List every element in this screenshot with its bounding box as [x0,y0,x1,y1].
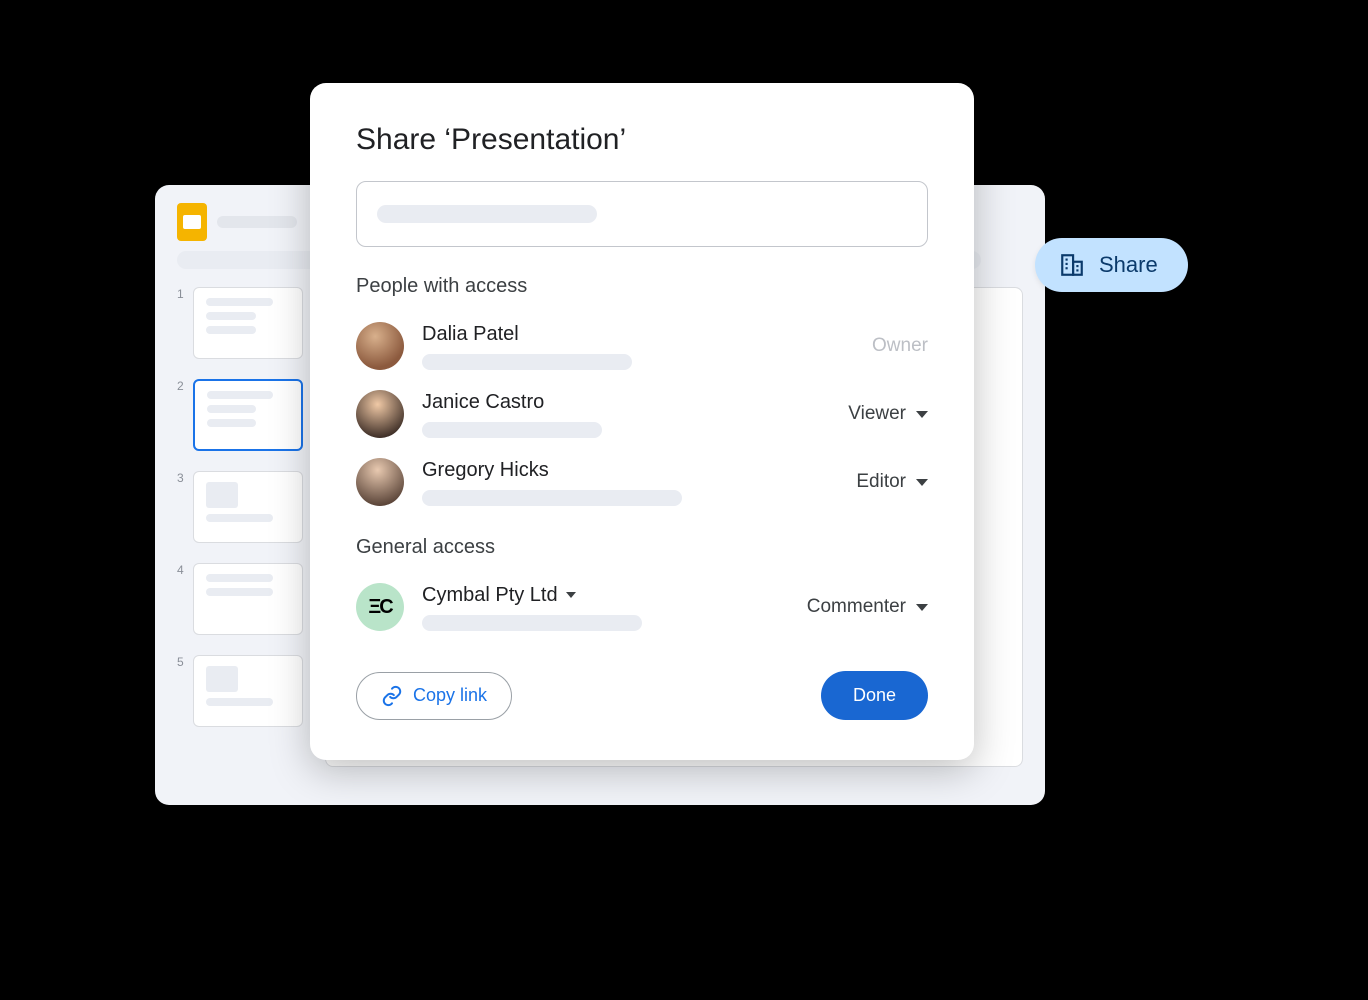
person-name: Gregory Hicks [422,459,838,482]
thumb-number: 1 [177,287,187,301]
org-avatar: ΞC [356,583,404,631]
share-button-pill[interactable]: Share [1035,238,1188,292]
slide-thumbnail[interactable] [193,471,303,543]
role-picker-label: Editor [856,471,906,493]
org-name: Cymbal Pty Ltd [422,584,558,607]
thumb-number: 5 [177,655,187,669]
slide-thumbnail-selected[interactable] [193,379,303,451]
role-picker-label: Commenter [807,596,906,618]
person-row: Gregory Hicks Editor [356,448,928,516]
org-badge-text: ΞC [368,596,391,619]
slides-file-icon [177,203,207,241]
copy-link-button[interactable]: Copy link [356,672,512,720]
copy-link-label: Copy link [413,685,487,706]
thumb-row[interactable]: 1 [177,287,303,359]
role-owner-label: Owner [872,335,928,357]
general-access-row: ΞC Cymbal Pty Ltd Commenter [356,573,928,641]
done-button[interactable]: Done [821,671,928,720]
slide-thumbnail[interactable] [193,287,303,359]
thumb-number: 3 [177,471,187,485]
chevron-down-icon [916,479,928,486]
avatar [356,458,404,506]
org-scope-picker[interactable]: Cymbal Pty Ltd [422,584,789,607]
add-people-input[interactable] [356,181,928,247]
input-placeholder-skeleton [377,205,597,223]
avatar [356,322,404,370]
person-email-placeholder [422,354,632,370]
chevron-down-icon [566,592,576,598]
person-row: Janice Castro Viewer [356,380,928,448]
dialog-title: Share ‘Presentation’ [356,123,928,157]
people-with-access-label: People with access [356,275,928,298]
share-dialog: Share ‘Presentation’ People with access … [310,83,974,760]
role-picker-label: Viewer [848,403,906,425]
thumb-row[interactable]: 5 [177,655,303,727]
thumb-row[interactable]: 2 [177,379,303,451]
thumb-row[interactable]: 3 [177,471,303,543]
thumb-number: 2 [177,379,187,393]
role-picker[interactable]: Viewer [848,403,928,425]
person-row: Dalia Patel Owner [356,312,928,380]
person-name: Janice Castro [422,391,830,414]
slide-thumbnail[interactable] [193,563,303,635]
general-access-label: General access [356,536,928,559]
building-icon [1059,252,1085,278]
chevron-down-icon [916,411,928,418]
slide-thumbnail-column: 1 2 3 4 [177,287,303,767]
person-name: Dalia Patel [422,323,854,346]
chevron-down-icon [916,604,928,611]
slides-title-placeholder [217,216,297,228]
person-email-placeholder [422,422,602,438]
role-picker[interactable]: Commenter [807,596,928,618]
org-description-placeholder [422,615,642,631]
avatar [356,390,404,438]
person-email-placeholder [422,490,682,506]
slide-thumbnail[interactable] [193,655,303,727]
share-pill-label: Share [1099,252,1158,278]
link-icon [381,685,403,707]
role-picker[interactable]: Editor [856,471,928,493]
thumb-row[interactable]: 4 [177,563,303,635]
thumb-number: 4 [177,563,187,577]
